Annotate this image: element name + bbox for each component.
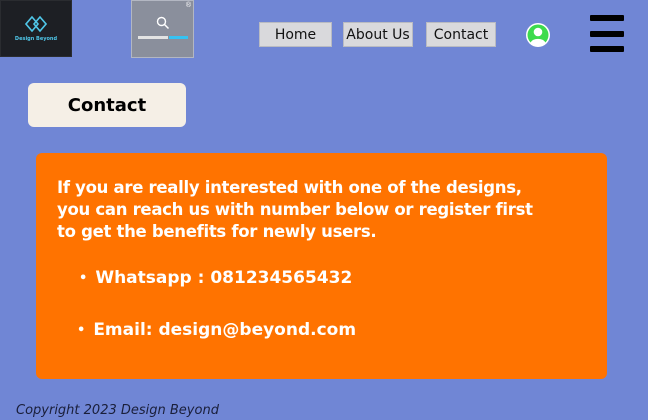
footer-copyright: Copyright 2023 Design Beyond — [16, 403, 219, 418]
user-avatar-icon[interactable] — [525, 22, 551, 48]
menu-bar — [590, 15, 624, 21]
search-icon — [156, 16, 170, 30]
menu-bar — [590, 31, 624, 37]
email-item: • Email: design@beyond.com — [77, 320, 356, 340]
search-submit-bar[interactable] — [169, 36, 188, 39]
nav-contact-button[interactable]: Contact — [426, 22, 496, 47]
page-title: Contact — [28, 83, 186, 127]
search-input-bar[interactable] — [138, 36, 168, 39]
search-widget[interactable]: ® — [131, 0, 194, 58]
menu-bar — [590, 46, 624, 52]
whatsapp-text: Whatsapp : 081234565432 — [95, 268, 353, 288]
logo-diamond-icon — [25, 15, 47, 33]
nav-about-button[interactable]: About Us — [343, 22, 413, 47]
contact-info-card: If you are really interested with one of… — [36, 153, 607, 379]
bullet-dot: • — [77, 323, 86, 338]
contact-intro-text: If you are really interested with one of… — [57, 178, 533, 241]
brand-logo[interactable]: Design Beyond — [0, 0, 72, 57]
registered-mark: ® — [185, 2, 191, 9]
whatsapp-item: • Whatsapp : 081234565432 — [79, 268, 352, 288]
hamburger-menu-icon[interactable] — [590, 15, 624, 53]
bullet-dot: • — [79, 271, 88, 286]
email-text: Email: design@beyond.com — [93, 320, 357, 340]
logo-text: Design Beyond — [14, 36, 58, 42]
nav-home-button[interactable]: Home — [259, 22, 332, 47]
